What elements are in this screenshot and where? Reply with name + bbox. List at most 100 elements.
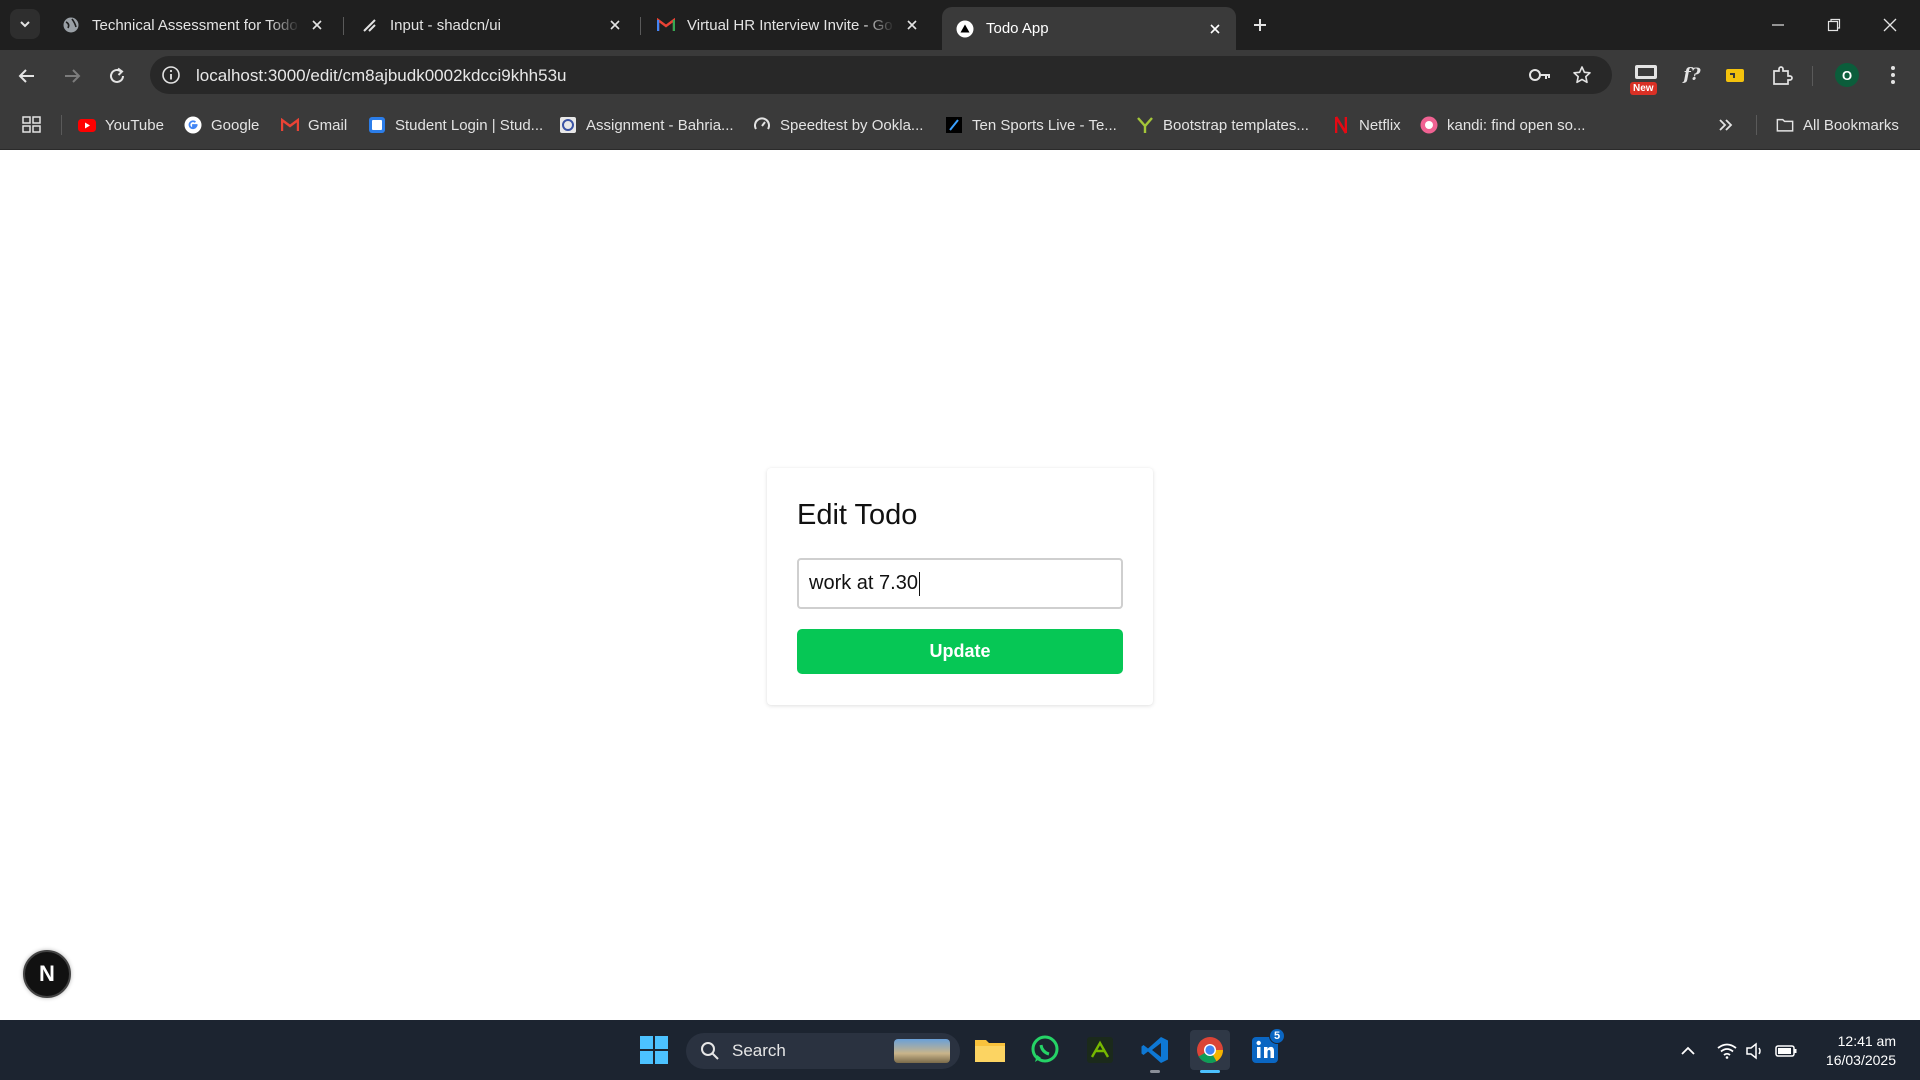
puzzle-extensions-icon[interactable] bbox=[1767, 60, 1797, 90]
more-menu-icon[interactable] bbox=[1878, 60, 1908, 90]
arrow-right-icon bbox=[65, 69, 81, 83]
tab-strip: Technical Assessment for Todo W Input - … bbox=[0, 0, 1920, 50]
forward-button[interactable] bbox=[56, 60, 88, 92]
bookmark-label: Student Login | Stud... bbox=[395, 116, 544, 134]
formula-extension-icon[interactable]: f? bbox=[1677, 60, 1707, 90]
bookmark-netflix[interactable]: Netflix bbox=[1332, 113, 1401, 137]
tab-technical-assessment[interactable]: Technical Assessment for Todo W bbox=[48, 7, 338, 43]
bootstrap-templates-icon bbox=[1136, 116, 1154, 134]
nvidia-app-icon[interactable] bbox=[1080, 1030, 1120, 1070]
clock-date: 16/03/2025 bbox=[1825, 1052, 1896, 1068]
shadcn-icon bbox=[360, 16, 378, 34]
close-window-button[interactable] bbox=[1870, 8, 1910, 42]
key-icon[interactable] bbox=[1528, 63, 1552, 87]
arrow-left-icon bbox=[18, 69, 34, 83]
new-badge: New bbox=[1630, 82, 1657, 95]
apps-grid-icon[interactable] bbox=[22, 113, 42, 137]
bookmark-label: Speedtest by Ookla... bbox=[780, 116, 924, 134]
bookmark-student-login[interactable]: Student Login | Stud... bbox=[368, 113, 543, 137]
tab-gmail-invite[interactable]: Virtual HR Interview Invite - Go bbox=[643, 7, 933, 43]
notification-badge: 5 bbox=[1269, 1028, 1285, 1044]
folder-icon bbox=[1776, 116, 1794, 134]
close-icon[interactable] bbox=[606, 16, 624, 34]
new-tab-button[interactable] bbox=[1246, 11, 1274, 39]
close-icon[interactable] bbox=[1206, 20, 1224, 38]
bookmark-label: Assignment - Bahria... bbox=[586, 116, 734, 134]
bookmarks-bar: YouTube Google Gmail Student Login | Stu… bbox=[0, 100, 1920, 150]
toolbar-divider bbox=[1812, 66, 1813, 86]
bookmarks-overflow-icon[interactable] bbox=[1718, 113, 1734, 137]
wallet-extension-icon[interactable] bbox=[1720, 60, 1750, 90]
bookmark-label: YouTube bbox=[105, 116, 164, 134]
page-title: Edit Todo bbox=[797, 499, 918, 531]
ten-sports-icon bbox=[945, 116, 963, 134]
bookmark-google[interactable]: Google bbox=[184, 113, 259, 137]
close-icon[interactable] bbox=[903, 16, 921, 34]
speedtest-icon bbox=[753, 116, 771, 134]
vscode-running-indicator bbox=[1150, 1070, 1160, 1073]
kandi-icon bbox=[1420, 116, 1438, 134]
browser-toolbar: localhost:3000/edit/cm8ajbudk0002kdcci9k… bbox=[0, 50, 1920, 100]
windows-taskbar: Search 5 12:41 am 16/03/2025 bbox=[0, 1020, 1920, 1080]
tab-todo-app[interactable]: Todo App bbox=[942, 7, 1236, 50]
tab-title: Input - shadcn/ui bbox=[390, 16, 501, 34]
back-button[interactable] bbox=[11, 60, 43, 92]
bookmark-youtube[interactable]: YouTube bbox=[78, 113, 164, 137]
reload-icon bbox=[110, 67, 124, 83]
netflix-icon bbox=[1332, 116, 1350, 134]
youtube-icon bbox=[78, 116, 96, 134]
bookmarks-divider bbox=[1756, 115, 1757, 135]
search-icon bbox=[701, 1042, 719, 1060]
edit-todo-card: Edit Todo work at 7.30 Update bbox=[767, 468, 1153, 705]
bookmark-label: kandi: find open so... bbox=[1447, 116, 1586, 134]
close-icon[interactable] bbox=[308, 16, 326, 34]
url-text[interactable]: localhost:3000/edit/cm8ajbudk0002kdcci9k… bbox=[196, 66, 566, 86]
chevron-up-icon[interactable] bbox=[1677, 1040, 1699, 1062]
linkedin-icon[interactable]: 5 bbox=[1245, 1028, 1285, 1070]
bookmark-label: Google bbox=[211, 116, 260, 134]
all-bookmarks-label: All Bookmarks bbox=[1803, 116, 1899, 134]
tab-title: Technical Assessment for Todo W bbox=[92, 16, 300, 34]
vercel-icon bbox=[956, 20, 974, 38]
nextjs-dev-indicator[interactable]: N bbox=[23, 950, 71, 998]
bookmark-star-icon[interactable] bbox=[1570, 63, 1594, 87]
restore-button[interactable] bbox=[1814, 8, 1854, 42]
restore-icon bbox=[1827, 18, 1841, 32]
bookmark-kandi[interactable]: kandi: find open so... bbox=[1420, 113, 1585, 137]
system-clock[interactable]: 12:41 am 16/03/2025 bbox=[1810, 1032, 1896, 1070]
tab-shadcn-input[interactable]: Input - shadcn/ui bbox=[346, 7, 636, 43]
bookmark-bootstrap[interactable]: Bootstrap templates... bbox=[1136, 113, 1309, 137]
vscode-icon[interactable] bbox=[1135, 1030, 1175, 1070]
battery-icon[interactable] bbox=[1775, 1040, 1797, 1062]
bookmark-speedtest[interactable]: Speedtest by Ookla... bbox=[753, 113, 923, 137]
windows-start-icon[interactable] bbox=[634, 1030, 674, 1070]
bookmark-gmail[interactable]: Gmail bbox=[281, 113, 347, 137]
search-highlight-image bbox=[894, 1039, 950, 1063]
tab-divider bbox=[343, 17, 344, 35]
globe-icon bbox=[62, 16, 80, 34]
profile-avatar[interactable]: O bbox=[1832, 60, 1862, 90]
plus-icon bbox=[1254, 19, 1266, 31]
site-info-icon[interactable] bbox=[160, 64, 182, 86]
bookmark-ten-sports[interactable]: Ten Sports Live - Te... bbox=[945, 113, 1117, 137]
todo-input-value: work at 7.30 bbox=[809, 572, 918, 594]
bookmark-assignment[interactable]: Assignment - Bahria... bbox=[559, 113, 734, 137]
whatsapp-icon[interactable] bbox=[1025, 1030, 1065, 1070]
chrome-icon[interactable] bbox=[1190, 1030, 1230, 1070]
taskbar-search[interactable]: Search bbox=[686, 1033, 960, 1069]
tab-divider bbox=[640, 17, 641, 35]
reload-button[interactable] bbox=[101, 60, 133, 92]
tab-title: Virtual HR Interview Invite - Go bbox=[687, 16, 893, 34]
file-explorer-icon[interactable] bbox=[970, 1030, 1010, 1070]
volume-icon[interactable] bbox=[1744, 1040, 1766, 1062]
todo-input[interactable]: work at 7.30 bbox=[797, 558, 1123, 609]
tab-search-button[interactable] bbox=[10, 9, 40, 39]
bookmark-label: Netflix bbox=[1359, 116, 1401, 134]
all-bookmarks-button[interactable]: All Bookmarks bbox=[1776, 113, 1899, 137]
update-button[interactable]: Update bbox=[797, 629, 1123, 674]
wifi-icon[interactable] bbox=[1716, 1040, 1738, 1062]
address-bar[interactable]: localhost:3000/edit/cm8ajbudk0002kdcci9k… bbox=[150, 56, 1612, 94]
minimize-button[interactable] bbox=[1758, 8, 1798, 42]
bookmark-label: Bootstrap templates... bbox=[1163, 116, 1309, 134]
bookmarks-divider bbox=[61, 115, 62, 135]
